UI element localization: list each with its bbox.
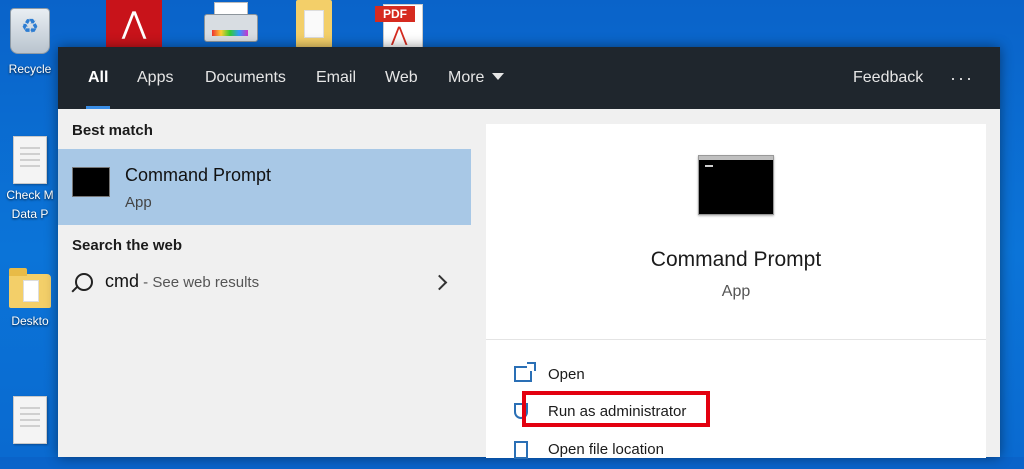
folder-icon: [9, 268, 51, 308]
tab-all[interactable]: All: [86, 47, 111, 109]
best-match-item[interactable]: Command Prompt App: [58, 149, 471, 225]
tab-web[interactable]: Web: [385, 47, 418, 109]
open-file-location-label: Open file location: [548, 441, 664, 458]
open-label: Open: [548, 366, 585, 383]
command-prompt-icon: [72, 167, 110, 197]
search-tab-bar: All Apps Documents Email Web More Feedba…: [58, 47, 1000, 109]
best-match-title: Command Prompt: [125, 165, 272, 185]
detail-actions: Open Run as administrator Open file loca…: [486, 339, 986, 459]
document-icon: [13, 136, 47, 184]
tab-label: All: [88, 69, 109, 86]
tab-apps[interactable]: Apps: [137, 47, 173, 109]
document-icon: [13, 396, 47, 444]
command-prompt-icon: [698, 155, 774, 215]
web-results-hint: - See web results: [139, 274, 260, 291]
detail-subtitle: App: [721, 283, 751, 300]
more-options-icon: ···: [950, 68, 974, 88]
pdf-file-icon[interactable]: PDF ⋀: [375, 0, 427, 50]
detail-title: Command Prompt: [650, 248, 822, 271]
tab-label: Web: [385, 69, 418, 86]
search-web-heading: Search the web: [72, 237, 183, 254]
tab-label: Documents: [205, 69, 286, 86]
web-query: cmd: [105, 271, 140, 291]
web-search-item[interactable]: cmd - See web results: [58, 263, 471, 303]
results-list: Best match Command Prompt App Search the…: [58, 109, 471, 457]
search-panel: All Apps Documents Email Web More Feedba…: [58, 47, 1000, 459]
chevron-down-icon: [492, 72, 505, 80]
best-match-subtitle: App: [125, 194, 152, 211]
open-file-location-action[interactable]: Open file location: [486, 435, 986, 469]
feedback-button[interactable]: Feedback: [853, 47, 923, 109]
best-match-heading: Best match: [72, 122, 153, 139]
tab-email[interactable]: Email: [316, 47, 356, 109]
recycle-bin-icon: [10, 8, 50, 54]
tab-label: More: [448, 69, 485, 86]
highlight-box: [522, 391, 710, 427]
run-as-administrator-action[interactable]: Run as administrator: [486, 391, 986, 431]
tab-documents[interactable]: Documents: [205, 47, 286, 109]
open-action[interactable]: Open: [486, 360, 986, 394]
more-options-button[interactable]: ···: [950, 47, 974, 109]
chevron-right-icon: [431, 274, 448, 291]
folder-icon[interactable]: [296, 0, 332, 48]
tab-label: Email: [316, 69, 357, 86]
pdf-tag: PDF: [375, 6, 415, 22]
printer-icon[interactable]: [198, 0, 262, 48]
open-icon: [514, 362, 536, 382]
search-icon: [75, 273, 93, 291]
tab-more[interactable]: More: [448, 47, 505, 109]
file-location-icon: [514, 441, 528, 459]
detail-card: Command Prompt App: [486, 124, 986, 339]
feedback-label: Feedback: [853, 69, 924, 86]
tab-label: Apps: [137, 69, 174, 86]
acrobat-icon[interactable]: ⋀: [106, 0, 162, 50]
web-query-text: cmd - See web results: [105, 271, 259, 292]
